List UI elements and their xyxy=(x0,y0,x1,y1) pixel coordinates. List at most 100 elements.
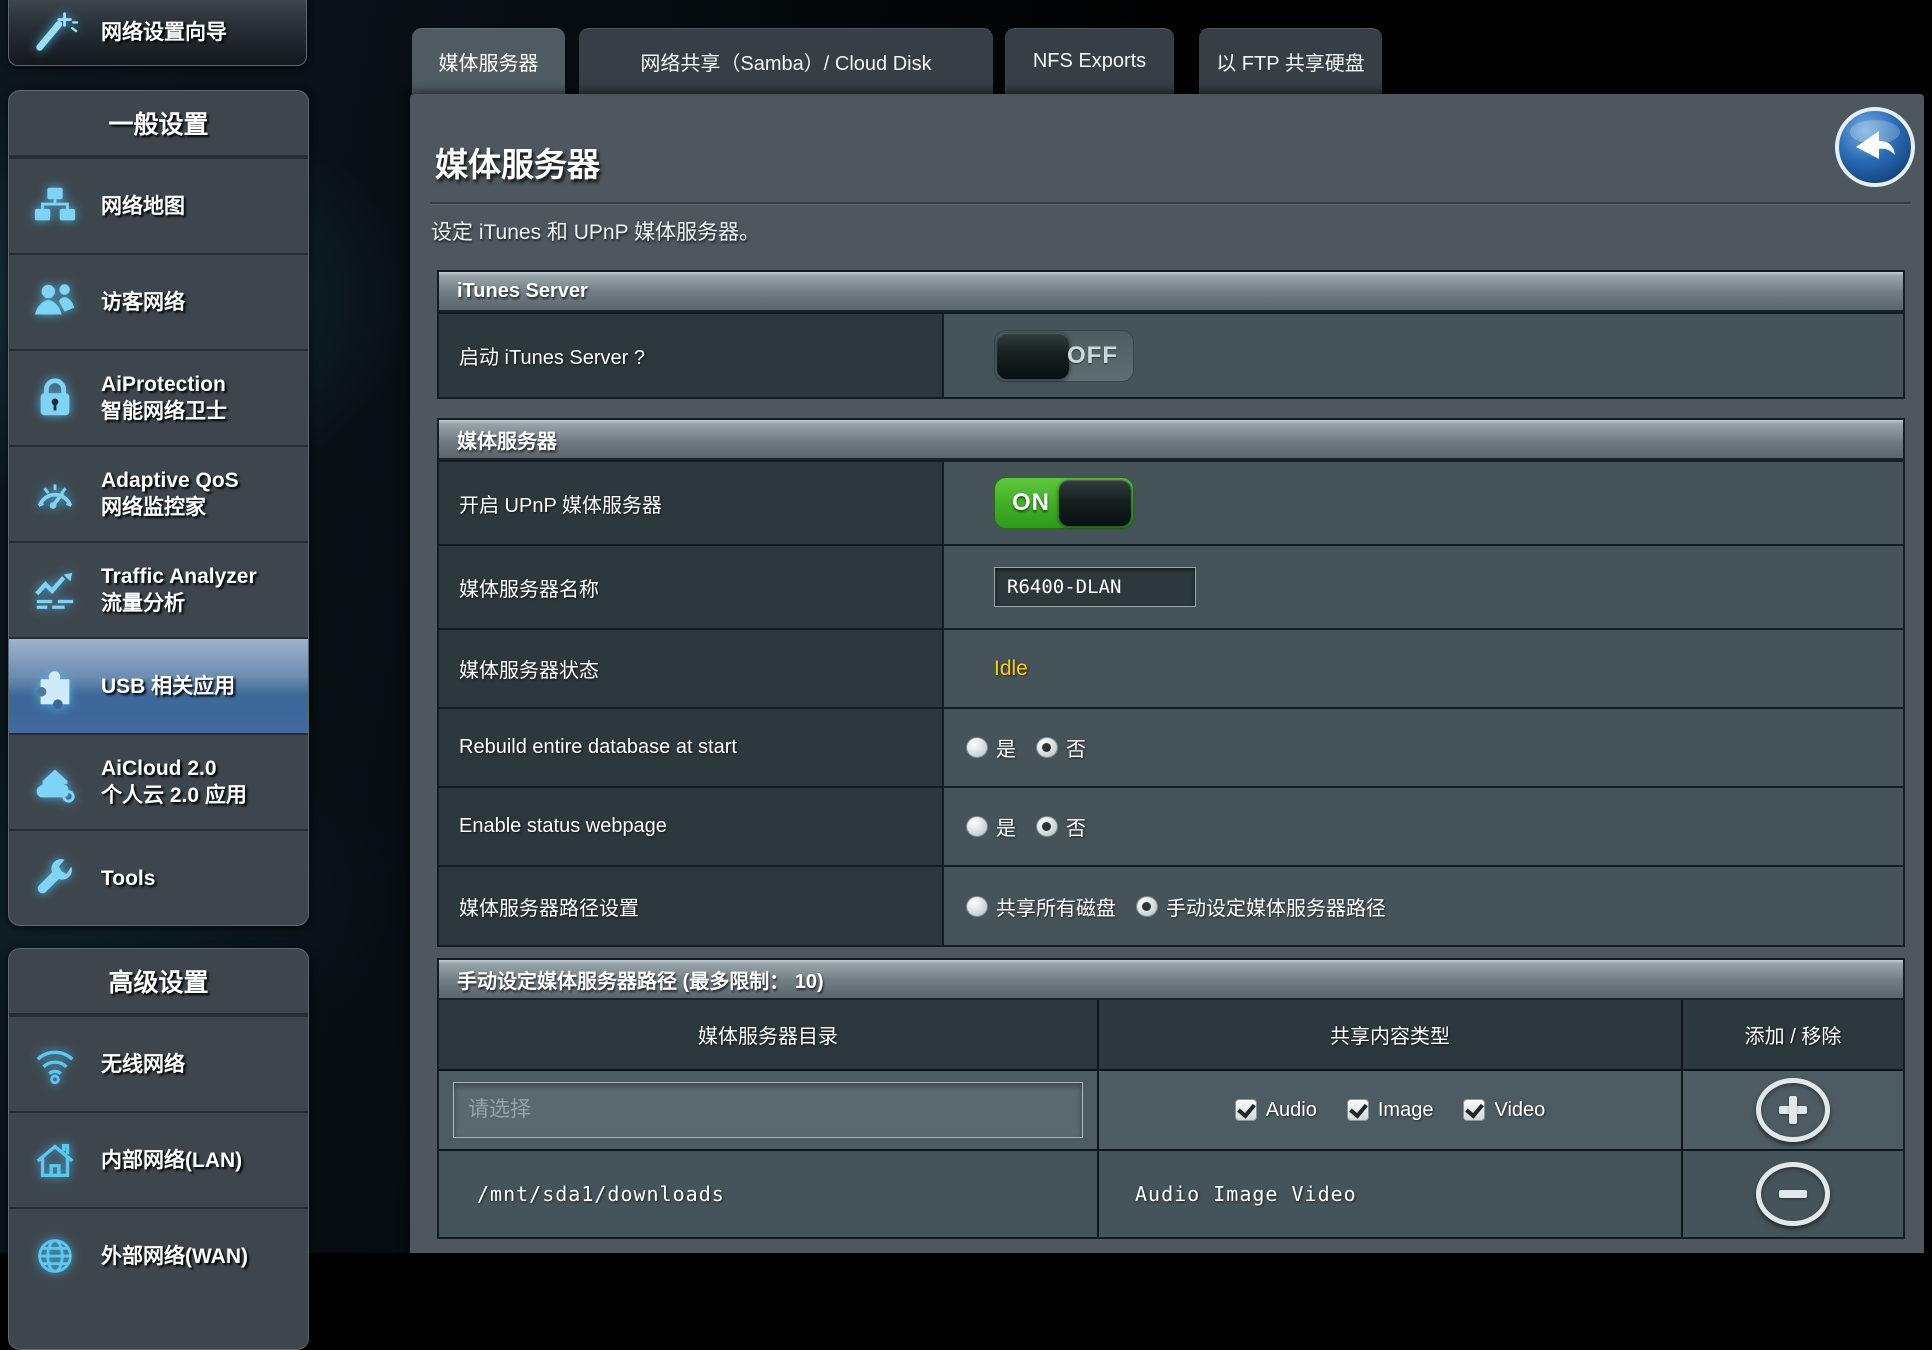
toggle-state-label: OFF xyxy=(1067,342,1118,370)
toggle-knob xyxy=(1059,480,1131,526)
table-row: 媒体服务器路径设置 共享所有磁盘 手动设定媒体服务器路径 xyxy=(439,865,1903,945)
sidebar-item-label: 网络设置向导 xyxy=(101,19,227,46)
upnp-media-server-toggle[interactable]: ON xyxy=(994,477,1134,529)
sidebar-item-label: 无线网络 xyxy=(101,1051,185,1078)
tab-media-server[interactable]: 媒体服务器 xyxy=(412,28,565,94)
cloud-home-icon xyxy=(9,759,101,805)
sidebar-item-traffic-analyzer[interactable]: Traffic Analyzer 流量分析 xyxy=(9,541,308,637)
checkbox-checked-icon[interactable] xyxy=(1235,1099,1257,1121)
sidebar-item-adaptive-qos[interactable]: Adaptive QoS 网络监控家 xyxy=(9,445,308,541)
tab-ftp-share[interactable]: 以 FTP 共享硬盘 xyxy=(1199,28,1382,94)
section-header: 手动设定媒体服务器路径 (最多限制： 10) xyxy=(439,960,1903,1000)
media-server-section: 媒体服务器 开启 UPnP 媒体服务器 ON 媒体服务器名称 媒体服务器状态 I… xyxy=(437,418,1905,947)
section-header: 媒体服务器 xyxy=(439,420,1903,460)
sidebar-item-sublabel: 个人云 2.0 应用 xyxy=(101,784,247,807)
tab-nfs-exports[interactable]: NFS Exports xyxy=(1005,28,1174,94)
directory-select-input[interactable] xyxy=(453,1082,1083,1138)
sidebar-item-label: AiProtection xyxy=(101,373,226,396)
checkbox-label: Audio xyxy=(1266,1099,1317,1122)
sidebar-item-aiprotection[interactable]: AiProtection 智能网络卫士 xyxy=(9,349,308,445)
page-subtitle: 设定 iTunes 和 UPnP 媒体服务器。 xyxy=(431,216,760,246)
network-map-icon xyxy=(9,183,101,229)
radio-icon-selected[interactable] xyxy=(1036,737,1058,758)
rebuild-option-yes[interactable]: 是 xyxy=(966,733,1016,762)
sidebar-item-label: 外部网络(WAN) xyxy=(101,1243,248,1270)
table-row: 媒体服务器名称 xyxy=(439,544,1903,628)
checkbox-label: Video xyxy=(1494,1099,1545,1122)
sidebar-item-lan[interactable]: 内部网络(LAN) xyxy=(9,1111,308,1207)
title-divider xyxy=(430,202,1911,205)
gauge-icon xyxy=(9,471,101,517)
checkbox-checked-icon[interactable] xyxy=(1347,1099,1369,1121)
radio-icon[interactable] xyxy=(966,816,988,837)
row-label: 启动 iTunes Server ? xyxy=(439,314,944,397)
add-path-button[interactable] xyxy=(1756,1078,1830,1142)
sidebar-group-advanced: 高级设置 无线网络 内部网络(LAN) xyxy=(8,948,309,1350)
path-content-types-value: Audio Image Video xyxy=(1099,1151,1683,1237)
tab-samba-cloud-disk[interactable]: 网络共享（Samba）/ Cloud Disk xyxy=(579,28,993,94)
sidebar-item-label: Adaptive QoS xyxy=(101,469,239,492)
rebuild-option-no[interactable]: 否 xyxy=(1036,733,1086,762)
sidebar-group-general: 一般设置 网络地图 访客网络 xyxy=(8,90,309,926)
sidebar-item-label: USB 相关应用 xyxy=(101,673,235,700)
radio-icon[interactable] xyxy=(966,896,988,917)
back-button[interactable] xyxy=(1834,106,1916,188)
column-header-content-type: 共享内容类型 xyxy=(1099,1000,1683,1069)
checkbox-checked-icon[interactable] xyxy=(1463,1099,1485,1121)
sidebar-item-wan[interactable]: 外部网络(WAN) xyxy=(9,1207,308,1303)
column-header-directory: 媒体服务器目录 xyxy=(439,1000,1099,1069)
table-row: 开启 UPnP 媒体服务器 ON xyxy=(439,460,1903,544)
itunes-server-toggle[interactable]: OFF xyxy=(994,330,1134,382)
radio-icon[interactable] xyxy=(966,737,988,758)
row-label: 媒体服务器状态 xyxy=(439,630,944,707)
globe-icon xyxy=(9,1233,101,1279)
sidebar-group-title: 高级设置 xyxy=(9,949,308,1015)
radio-label: 共享所有磁盘 xyxy=(996,892,1116,921)
table-row: 媒体服务器状态 Idle xyxy=(439,628,1903,707)
sidebar-item-sublabel: 智能网络卫士 xyxy=(101,400,227,423)
sidebar-item-label: 网络地图 xyxy=(101,193,185,220)
radio-label: 是 xyxy=(996,733,1016,762)
sidebar-item-aicloud[interactable]: AiCloud 2.0 个人云 2.0 应用 xyxy=(9,733,308,829)
radio-label: 否 xyxy=(1066,812,1086,841)
radio-label: 是 xyxy=(996,812,1016,841)
row-label: 媒体服务器路径设置 xyxy=(439,867,944,945)
sidebar-item-network-map[interactable]: 网络地图 xyxy=(9,157,308,253)
sidebar-item-label: AiCloud 2.0 xyxy=(101,757,217,780)
row-label: 媒体服务器名称 xyxy=(439,546,944,628)
toggle-knob xyxy=(997,333,1069,379)
sidebar-item-sublabel: 流量分析 xyxy=(101,592,185,615)
content-type-video[interactable]: Video xyxy=(1463,1099,1545,1122)
sidebar-item-usb-apps[interactable]: USB 相关应用 xyxy=(9,637,308,733)
remove-path-button[interactable] xyxy=(1756,1162,1830,1226)
sidebar-item-setup-wizard[interactable]: 网络设置向导 xyxy=(8,0,307,66)
webpage-option-no[interactable]: 否 xyxy=(1036,812,1086,841)
sidebar-item-label: Tools xyxy=(101,865,155,892)
path-mode-all-disks[interactable]: 共享所有磁盘 xyxy=(966,892,1116,921)
path-mode-manual[interactable]: 手动设定媒体服务器路径 xyxy=(1136,892,1386,921)
main-panel: 媒体服务器 设定 iTunes 和 UPnP 媒体服务器。 iTunes Ser… xyxy=(410,94,1924,1253)
content-type-audio[interactable]: Audio xyxy=(1235,1099,1317,1122)
path-directory-value: /mnt/sda1/downloads xyxy=(439,1151,1099,1237)
media-server-name-input[interactable] xyxy=(994,567,1196,607)
path-table-row: /mnt/sda1/downloads Audio Image Video xyxy=(439,1149,1903,1237)
webpage-option-yes[interactable]: 是 xyxy=(966,812,1016,841)
radio-icon-selected[interactable] xyxy=(1136,896,1158,917)
traffic-chart-icon xyxy=(9,567,101,613)
add-path-row: Audio Image Video xyxy=(439,1069,1903,1149)
sidebar-item-sublabel: 网络监控家 xyxy=(101,496,206,519)
itunes-server-section: iTunes Server 启动 iTunes Server ? OFF xyxy=(437,270,1905,399)
radio-icon-selected[interactable] xyxy=(1036,816,1058,837)
wrench-icon xyxy=(9,855,101,901)
table-column-headers: 媒体服务器目录 共享内容类型 添加 / 移除 xyxy=(439,1000,1903,1069)
manual-path-section: 手动设定媒体服务器路径 (最多限制： 10) 媒体服务器目录 共享内容类型 添加… xyxy=(437,958,1905,1239)
shield-lock-icon xyxy=(9,375,101,421)
sidebar-item-tools[interactable]: Tools xyxy=(9,829,308,925)
content-type-image[interactable]: Image xyxy=(1347,1099,1434,1122)
sidebar-item-label: Traffic Analyzer xyxy=(101,565,257,588)
row-label: 开启 UPnP 媒体服务器 xyxy=(439,462,944,544)
sidebar-item-label: 内部网络(LAN) xyxy=(101,1147,242,1174)
sidebar-item-wireless[interactable]: 无线网络 xyxy=(9,1015,308,1111)
media-server-status-value: Idle xyxy=(994,657,1028,681)
sidebar-item-guest-network[interactable]: 访客网络 xyxy=(9,253,308,349)
